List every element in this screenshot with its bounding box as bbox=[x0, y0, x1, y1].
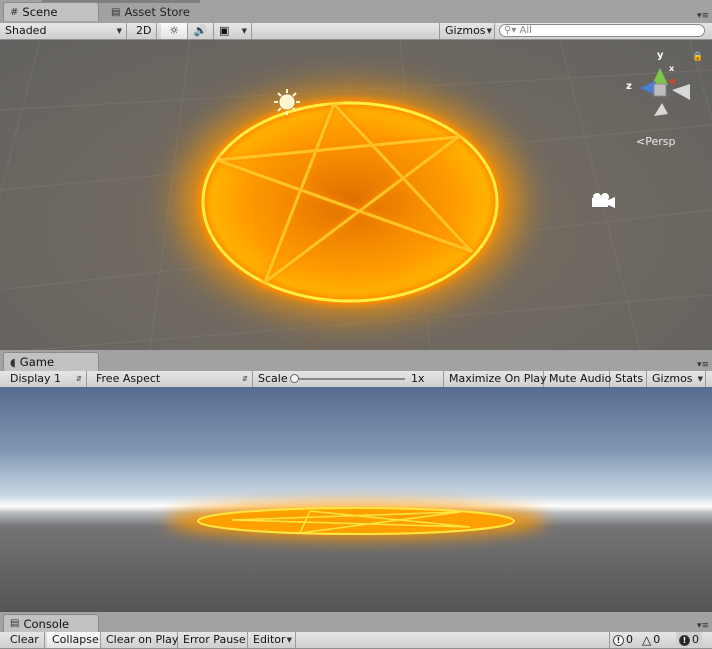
tab-console[interactable]: ▤ Console bbox=[3, 614, 99, 632]
scene-search-input[interactable]: ⚲▾ All bbox=[499, 24, 705, 37]
clear-on-play-label: Clear on Play bbox=[106, 633, 179, 646]
error-count-toggle[interactable]: ! 0 bbox=[676, 632, 702, 648]
dropdown-arrow-icon: ▼ bbox=[241, 27, 247, 35]
chevron-left-icon: < bbox=[636, 135, 646, 148]
game-view-viewport[interactable] bbox=[0, 387, 712, 612]
dropdown-arrow-icon: ▼ bbox=[116, 27, 122, 35]
game-canvas bbox=[166, 503, 546, 539]
gizmos-label: Gizmos bbox=[445, 24, 486, 37]
projection-label: Persp bbox=[645, 135, 676, 148]
shading-mode-dropdown[interactable]: Shaded ▼ bbox=[0, 23, 127, 39]
magic-circle-game bbox=[166, 503, 546, 539]
magic-circle[interactable] bbox=[180, 90, 520, 314]
tab-game[interactable]: ◖ Game bbox=[3, 352, 99, 371]
camera-icon[interactable] bbox=[592, 193, 615, 208]
display-label: Display 1 bbox=[10, 372, 62, 385]
speaker-icon: 🔊 bbox=[193, 24, 208, 37]
info-icon: ! bbox=[613, 634, 624, 646]
console-tab-strip: ▤ Console ▾≡ bbox=[0, 612, 712, 633]
game-tab-strip: ◖ Game ▾≡ bbox=[0, 350, 712, 372]
scale-control: Scale 1x bbox=[253, 371, 444, 387]
image-icon: ▣ bbox=[219, 24, 230, 37]
scale-label: Scale bbox=[258, 372, 288, 385]
2d-toggle-button[interactable]: 2D bbox=[131, 23, 157, 39]
scale-value: 1x bbox=[411, 372, 425, 385]
panel-menu-icon[interactable]: ▾≡ bbox=[697, 621, 709, 631]
shopping-bag-icon: ▤ bbox=[111, 6, 121, 18]
scale-slider-thumb[interactable] bbox=[290, 374, 299, 383]
clear-button[interactable]: Clear bbox=[5, 632, 45, 648]
clear-on-play-toggle[interactable]: Clear on Play bbox=[101, 632, 178, 648]
game-toolbar: Display 1 ⇵ Free Aspect ⇵ Scale 1x Maxim… bbox=[0, 371, 712, 388]
panel-menu-icon[interactable]: ▾≡ bbox=[697, 11, 709, 21]
lock-icon[interactable]: 🔒 bbox=[692, 52, 703, 62]
maximize-on-play-label: Maximize On Play bbox=[449, 372, 547, 385]
stepper-arrows-icon: ⇵ bbox=[242, 375, 248, 383]
warning-count-toggle[interactable]: △ 0 bbox=[642, 632, 660, 648]
tab-console-label: Console bbox=[23, 616, 70, 631]
stepper-arrows-icon: ⇵ bbox=[76, 375, 82, 383]
search-placeholder: All bbox=[519, 25, 532, 36]
x-axis-label: x bbox=[669, 64, 675, 73]
y-axis-label: y bbox=[657, 50, 664, 61]
warning-count: 0 bbox=[653, 633, 661, 646]
grid-icon: # bbox=[10, 6, 19, 18]
scene-canvas bbox=[0, 40, 712, 350]
game-gizmos-dropdown[interactable]: Gizmos ▼ bbox=[647, 371, 706, 387]
tab-asset-store[interactable]: ▤ Asset Store bbox=[104, 2, 200, 21]
maximize-on-play-button[interactable]: Maximize On Play bbox=[444, 371, 547, 387]
tab-game-label: Game bbox=[19, 355, 55, 369]
error-count: 0 bbox=[692, 633, 699, 646]
scene-view-viewport[interactable]: y z x 🔒 <Persp bbox=[0, 40, 712, 350]
mute-audio-label: Mute Audio bbox=[549, 372, 612, 385]
info-count-toggle[interactable]: ! 0 bbox=[609, 632, 633, 648]
scene-toolbar: Shaded ▼ 2D ☼ 🔊 ▣ ▼ Gizmos ▼ ⚲▾ All bbox=[0, 23, 712, 40]
console-icon: ▤ bbox=[10, 618, 20, 629]
sun-icon: ☼ bbox=[169, 24, 179, 37]
tab-scene-label: Scene bbox=[22, 5, 58, 19]
orientation-gizmo[interactable]: y z x bbox=[620, 48, 700, 128]
warning-icon: △ bbox=[642, 633, 652, 647]
editor-label: Editor bbox=[253, 633, 286, 646]
stats-label: Stats bbox=[615, 372, 644, 385]
aspect-dropdown[interactable]: Free Aspect ⇵ bbox=[91, 371, 253, 387]
info-count: 0 bbox=[626, 633, 633, 646]
tab-asset-store-label: Asset Store bbox=[124, 5, 190, 19]
error-icon: ! bbox=[679, 634, 690, 646]
dropdown-arrow-icon: ▼ bbox=[486, 27, 492, 35]
error-pause-toggle[interactable]: Error Pause bbox=[178, 632, 248, 648]
audio-toggle-button[interactable]: 🔊 bbox=[188, 23, 214, 39]
mute-audio-button[interactable]: Mute Audio bbox=[544, 371, 612, 387]
scale-slider-track[interactable] bbox=[293, 378, 405, 380]
game-gizmos-label: Gizmos bbox=[652, 372, 693, 385]
lighting-toggle-button[interactable]: ☼ bbox=[161, 23, 188, 39]
projection-toggle[interactable]: <Persp bbox=[636, 135, 675, 148]
z-axis-label: z bbox=[626, 81, 632, 92]
effects-dropdown[interactable]: ▣ ▼ bbox=[214, 23, 252, 39]
scene-gizmos-dropdown[interactable]: Gizmos ▼ bbox=[439, 23, 495, 39]
light-marker-icon bbox=[307, 337, 321, 350]
scene-tab-strip: # Scene ▤ Asset Store ▾≡ bbox=[0, 0, 712, 24]
collapse-toggle[interactable]: Collapse bbox=[47, 632, 101, 648]
clear-label: Clear bbox=[10, 633, 39, 646]
stats-button[interactable]: Stats bbox=[610, 371, 647, 387]
console-toolbar: Clear Collapse Clear on Play Error Pause… bbox=[0, 632, 712, 649]
editor-dropdown[interactable]: Editor ▼ bbox=[248, 632, 296, 648]
search-icon: ⚲▾ bbox=[504, 25, 517, 36]
dropdown-arrow-icon: ▼ bbox=[697, 375, 703, 383]
2d-label: 2D bbox=[136, 24, 152, 37]
collapse-label: Collapse bbox=[52, 633, 99, 646]
error-pause-label: Error Pause bbox=[183, 633, 246, 646]
pacman-icon: ◖ bbox=[10, 355, 16, 369]
dropdown-arrow-icon: ▼ bbox=[286, 636, 292, 644]
tab-scene[interactable]: # Scene bbox=[3, 2, 99, 21]
display-dropdown[interactable]: Display 1 ⇵ bbox=[5, 371, 87, 387]
aspect-label: Free Aspect bbox=[96, 372, 161, 385]
shading-mode-label: Shaded bbox=[5, 24, 47, 37]
panel-menu-icon[interactable]: ▾≡ bbox=[697, 360, 709, 370]
